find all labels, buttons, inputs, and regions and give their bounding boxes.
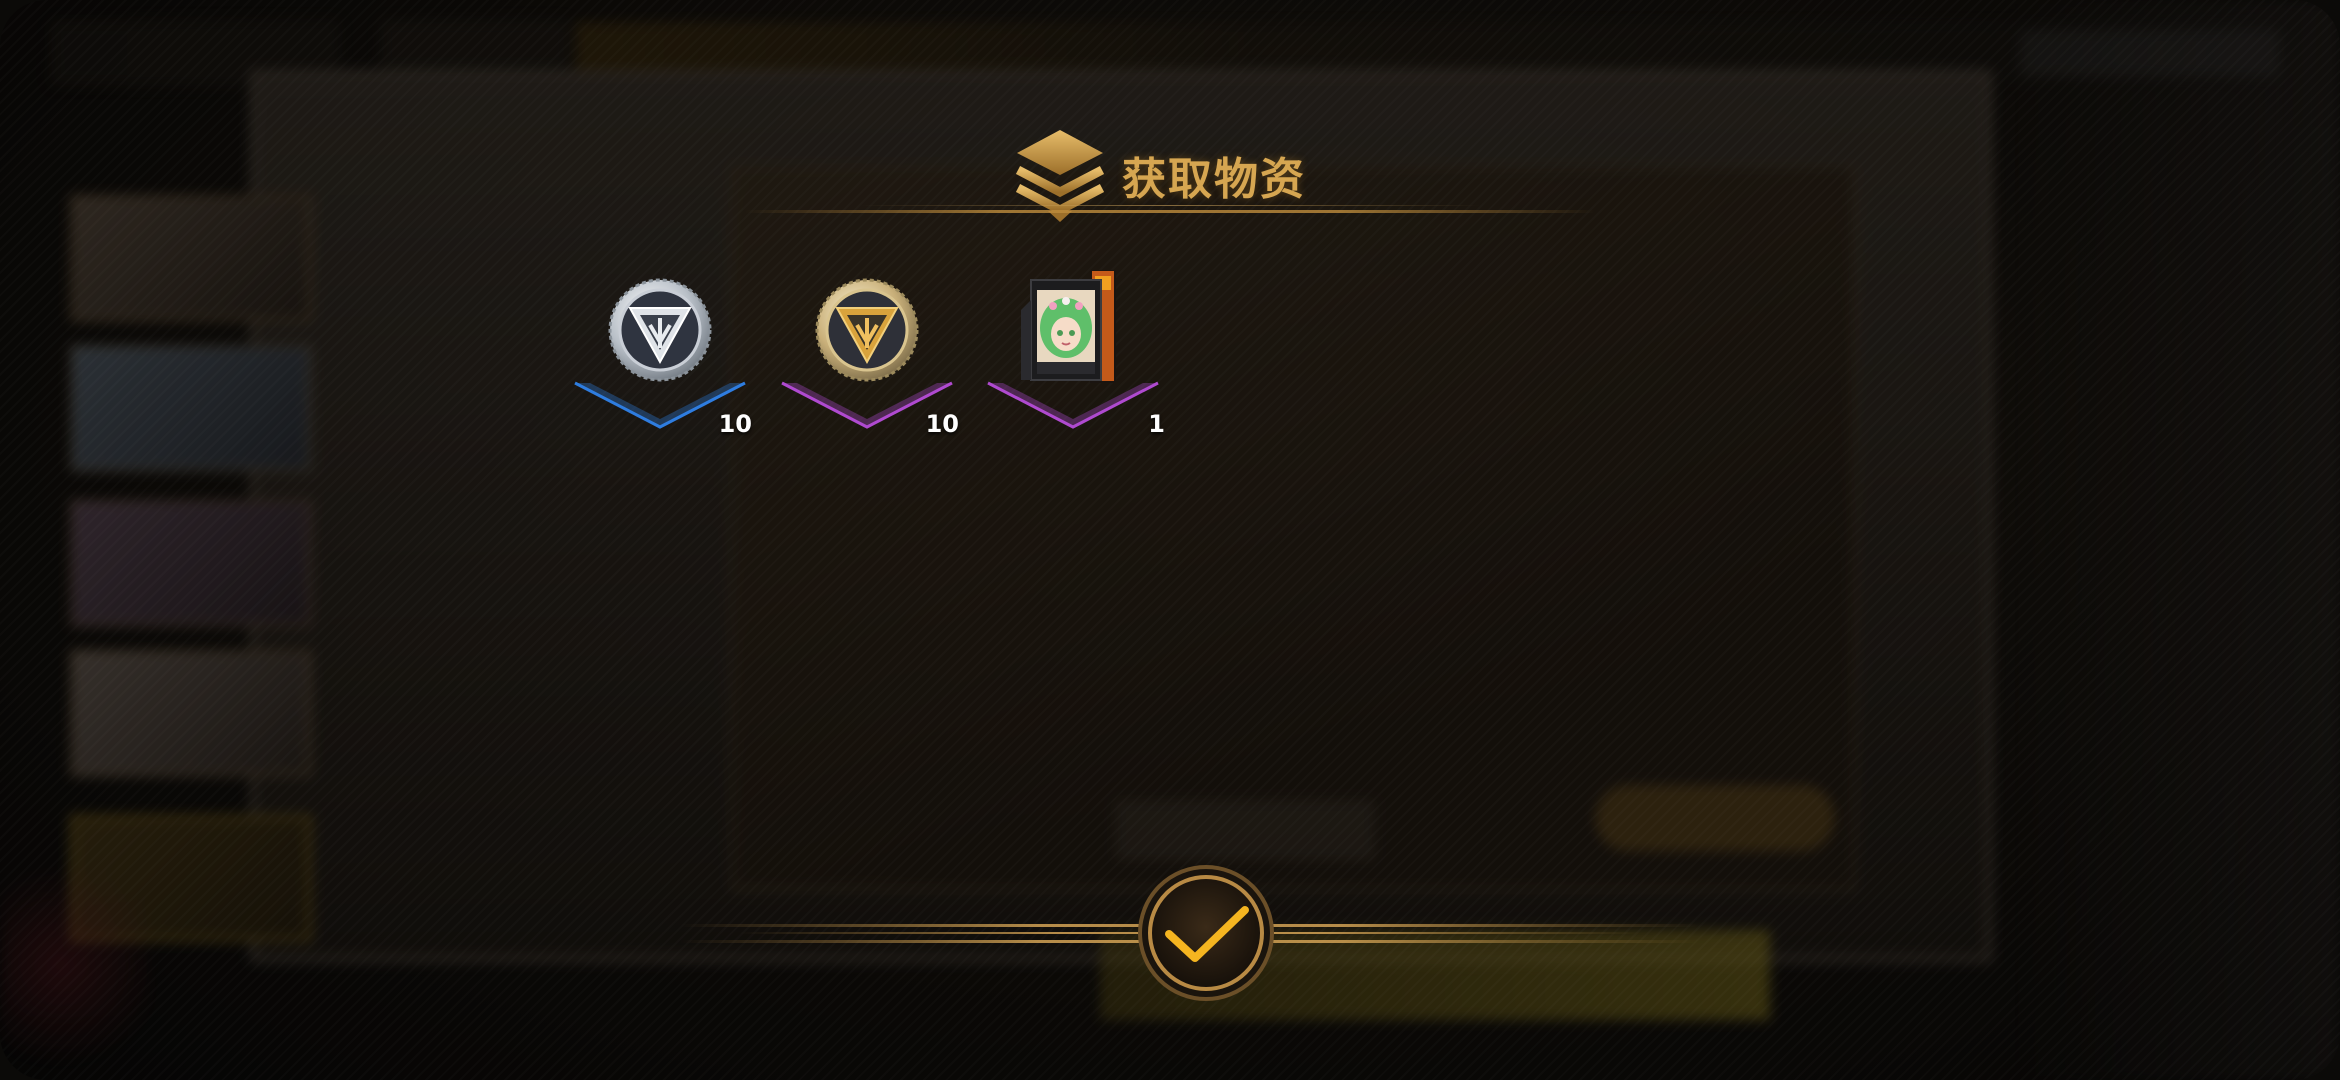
reward-item[interactable]: 10 — [560, 270, 760, 440]
reward-item[interactable]: 1 — [973, 270, 1173, 440]
green-hair-portrait-card-icon — [1021, 270, 1116, 383]
confirm-button[interactable] — [1135, 862, 1277, 1004]
silver-emblem-coin-icon — [608, 278, 712, 382]
title-divider-thin — [860, 205, 1480, 206]
gold-emblem-coin-icon — [815, 278, 919, 382]
game-screen: 获取物资 10 10 1 — [0, 0, 2340, 1080]
rarity-chevron-purple — [987, 381, 1159, 429]
title-divider — [745, 210, 1595, 213]
reward-count: 10 — [718, 410, 752, 438]
reward-count: 1 — [1148, 410, 1165, 438]
reward-item[interactable]: 10 — [767, 270, 967, 440]
dialog-title: 获取物资 — [1122, 154, 1306, 205]
reward-count: 10 — [925, 410, 959, 438]
